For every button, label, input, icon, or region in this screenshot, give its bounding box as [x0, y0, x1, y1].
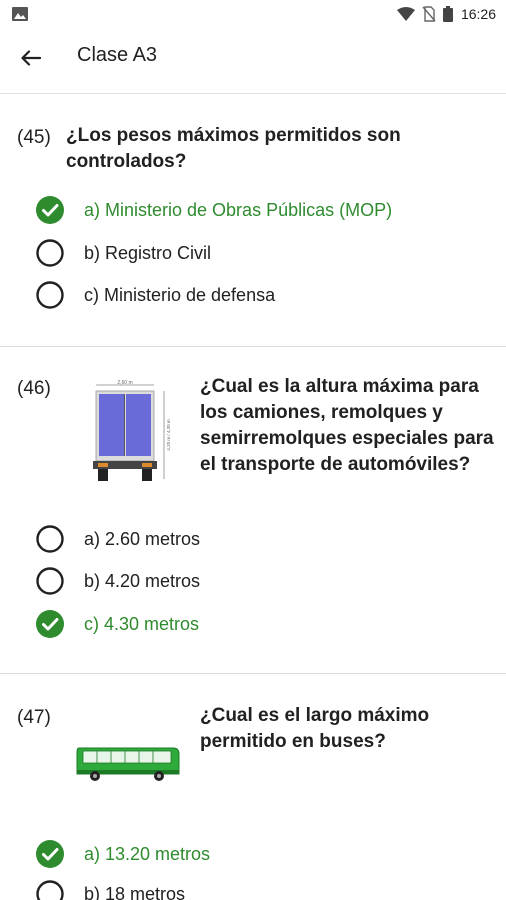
radio-empty-icon	[36, 239, 64, 267]
radio-empty-icon	[36, 281, 64, 309]
question-card-47: (47) ¿Cual es el largo máximo permitido …	[0, 674, 506, 900]
question-card-45: (45) ¿Los pesos máximos permitidos son c…	[0, 95, 506, 347]
check-circle-icon	[36, 196, 64, 224]
answer-option-c[interactable]: c) Ministerio de defensa	[36, 279, 275, 311]
arrow-back-icon	[21, 50, 41, 66]
status-time: 16:26	[460, 6, 496, 22]
radio-empty-icon	[36, 525, 64, 553]
answer-option-a[interactable]: a) Ministerio de Obras Públicas (MOP)	[36, 194, 392, 226]
truck-rear-image: 2,60 m 4,20 m / 4,30 m	[93, 380, 171, 481]
answer-option-b[interactable]: b) Registro Civil	[36, 237, 211, 269]
answer-label: a) 2.60 metros	[84, 528, 201, 549]
question-text: ¿Los pesos máximos permitidos son contro…	[66, 125, 401, 172]
no-sim-icon	[422, 6, 436, 22]
answer-option-a[interactable]: a) 2.60 metros	[36, 523, 200, 555]
page-title: Clase A3	[77, 44, 158, 66]
answer-label: c) 4.30 metros	[84, 613, 200, 634]
question-number: (45)	[17, 127, 51, 148]
answer-label: b) 18 metros	[84, 883, 186, 900]
answer-label: a) 13.20 metros	[84, 843, 211, 864]
check-circle-icon	[36, 610, 64, 638]
wifi-icon	[396, 7, 415, 21]
answer-label: b) Registro Civil	[84, 242, 212, 263]
answer-label: b) 4.20 metros	[84, 570, 201, 591]
back-button[interactable]	[14, 41, 48, 75]
answer-option-a[interactable]: a) 13.20 metros	[36, 838, 210, 870]
answer-label: c) Ministerio de defensa	[84, 284, 276, 305]
question-text: ¿Cual es el largo máximo permitido en bu…	[200, 705, 430, 752]
status-bar: 16:26	[0, 0, 506, 28]
answer-option-b[interactable]: b) 18 metros	[36, 878, 185, 900]
answer-option-b[interactable]: b) 4.20 metros	[36, 565, 200, 597]
app-bar: Clase A3	[0, 28, 506, 94]
radio-empty-icon	[36, 880, 64, 900]
bus-image	[76, 747, 180, 781]
answer-label: a) Ministerio de Obras Públicas (MOP)	[84, 199, 393, 220]
gallery-icon	[12, 7, 28, 21]
question-text: ¿Cual es la altura máxima para los camio…	[200, 376, 494, 475]
height-dimension-label: 4,20 m / 4,30 m	[166, 419, 171, 451]
answer-option-c[interactable]: c) 4.30 metros	[36, 608, 199, 640]
question-number: (47)	[17, 707, 51, 728]
question-card-46: (46) 2,60 m 4,20 m / 4,30 m ¿Cual es la …	[0, 347, 506, 674]
radio-empty-icon	[36, 567, 64, 595]
question-number: (46)	[17, 378, 51, 399]
width-dimension-label: 2,60 m	[117, 380, 132, 386]
battery-icon	[442, 6, 453, 22]
check-circle-icon	[36, 840, 64, 868]
